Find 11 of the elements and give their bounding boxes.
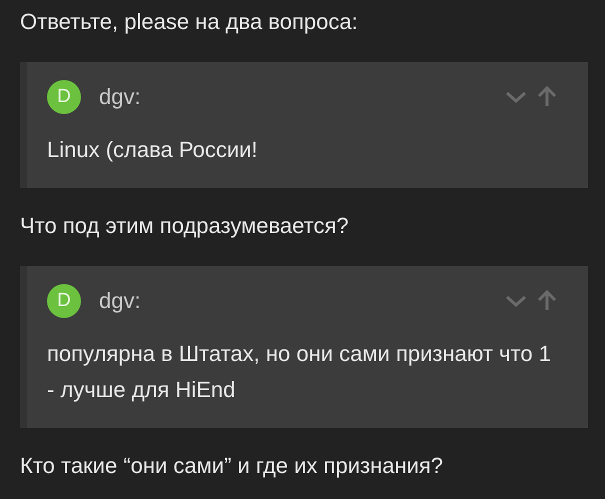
quote-text: популярна в Штатах, но они сами признают что 1 - лучше для HiEnd	[47, 340, 552, 404]
avatar: D	[47, 284, 81, 318]
post-text: Что под этим подразумевается?	[20, 212, 350, 240]
arrow-up-icon[interactable]	[536, 86, 558, 108]
avatar: D	[47, 80, 81, 114]
quote-author: dgv:	[99, 288, 141, 314]
post-text: Ответьте, please на два вопроса:	[20, 8, 359, 36]
post-text: Кто такие “они сами” и где их признания?	[20, 452, 444, 480]
arrow-up-icon[interactable]	[536, 290, 558, 312]
quote-text: Linux (слава России!	[47, 136, 259, 164]
quote-author: dgv:	[99, 84, 141, 110]
